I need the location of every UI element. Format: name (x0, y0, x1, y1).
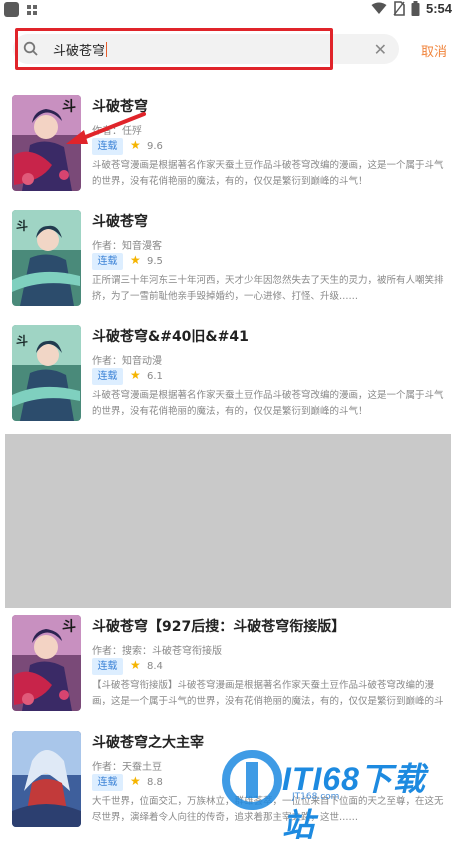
item-title[interactable]: 斗破苍穹 (92, 211, 148, 231)
status-badge: 连载 (92, 253, 123, 270)
battery-icon (411, 1, 420, 16)
status-bar: 5:54 (0, 0, 458, 20)
item-title[interactable]: 斗破苍穹【927后搜：斗破苍穹衔接版】 (92, 616, 345, 636)
item-description: 斗破苍穹漫画是根据著名作家天蚕土豆作品斗破苍穹改编的漫画，这是一个属于斗气的世界… (92, 160, 444, 187)
item-description: 正所谓三十年河东三十年河西，天才少年因忽然失去了天生的灵力，被所有人嘲笑排挤，为… (92, 275, 444, 302)
item-rating: 9.5 (147, 256, 163, 267)
cover-image: 斗 (12, 615, 81, 711)
status-badge: 连载 (92, 368, 123, 385)
status-time: 5:54 (425, 1, 452, 16)
no-sim-icon (393, 1, 405, 16)
svg-text:斗: 斗 (16, 219, 28, 233)
svg-text:斗: 斗 (16, 334, 28, 348)
item-author: 作者：知音漫客 (92, 241, 162, 252)
cover-image: 斗 (12, 210, 81, 306)
wifi-icon (371, 2, 387, 14)
item-title[interactable]: 斗破苍穹之大主宰 (92, 732, 204, 752)
item-title[interactable]: 斗破苍穹&#40旧&#41 (92, 326, 249, 346)
item-description: 【斗破苍穹衔接版】斗破苍穹漫画是根据著名作家天蚕土豆作品斗破苍穹改编的漫画，这是… (92, 680, 444, 707)
svg-text:斗: 斗 (62, 619, 76, 635)
ad-placeholder (5, 434, 451, 608)
item-author: 作者：搜索：斗破苍穹衔接版 (92, 646, 222, 657)
star-icon: ★ (130, 253, 141, 267)
item-rating: 6.1 (147, 371, 163, 382)
star-icon: ★ (130, 658, 141, 672)
item-author: 作者：天蚕土豆 (92, 762, 162, 773)
cancel-button[interactable]: 取消 (421, 41, 447, 60)
star-icon: ★ (130, 368, 141, 382)
clear-icon[interactable]: ✕ (374, 40, 387, 59)
cover-image: 斗 (12, 325, 81, 421)
list-item[interactable]: 斗 斗破苍穹 作者：知音漫客 连载 ★ 9.5 正所谓三十年河东三十年河西，天才… (0, 203, 458, 313)
annotation-arrow-icon (66, 112, 146, 144)
watermark-logo: ITI68下载站 JT168.com (222, 740, 458, 843)
item-rating: 8.8 (147, 777, 163, 788)
grid-icon (27, 4, 37, 15)
highlight-frame (15, 28, 333, 70)
status-badge: 连载 (92, 774, 123, 791)
status-badge: 连载 (92, 658, 123, 675)
app-indicator-icon (4, 2, 19, 17)
star-icon: ★ (130, 774, 141, 788)
cover-image (12, 731, 81, 827)
item-rating: 8.4 (147, 661, 163, 672)
item-description: 斗破苍穹漫画是根据著名作家天蚕土豆作品斗破苍穹改编的漫画，这是一个属于斗气的世界… (92, 390, 444, 417)
list-item[interactable]: 斗 斗破苍穹&#40旧&#41 作者：知音动漫 连载 ★ 6.1 斗破苍穹漫画是… (0, 318, 458, 428)
item-author: 作者：知音动漫 (92, 356, 162, 367)
list-item[interactable]: 斗 斗破苍穹【927后搜：斗破苍穹衔接版】 作者：搜索：斗破苍穹衔接版 连载 ★… (0, 608, 458, 718)
